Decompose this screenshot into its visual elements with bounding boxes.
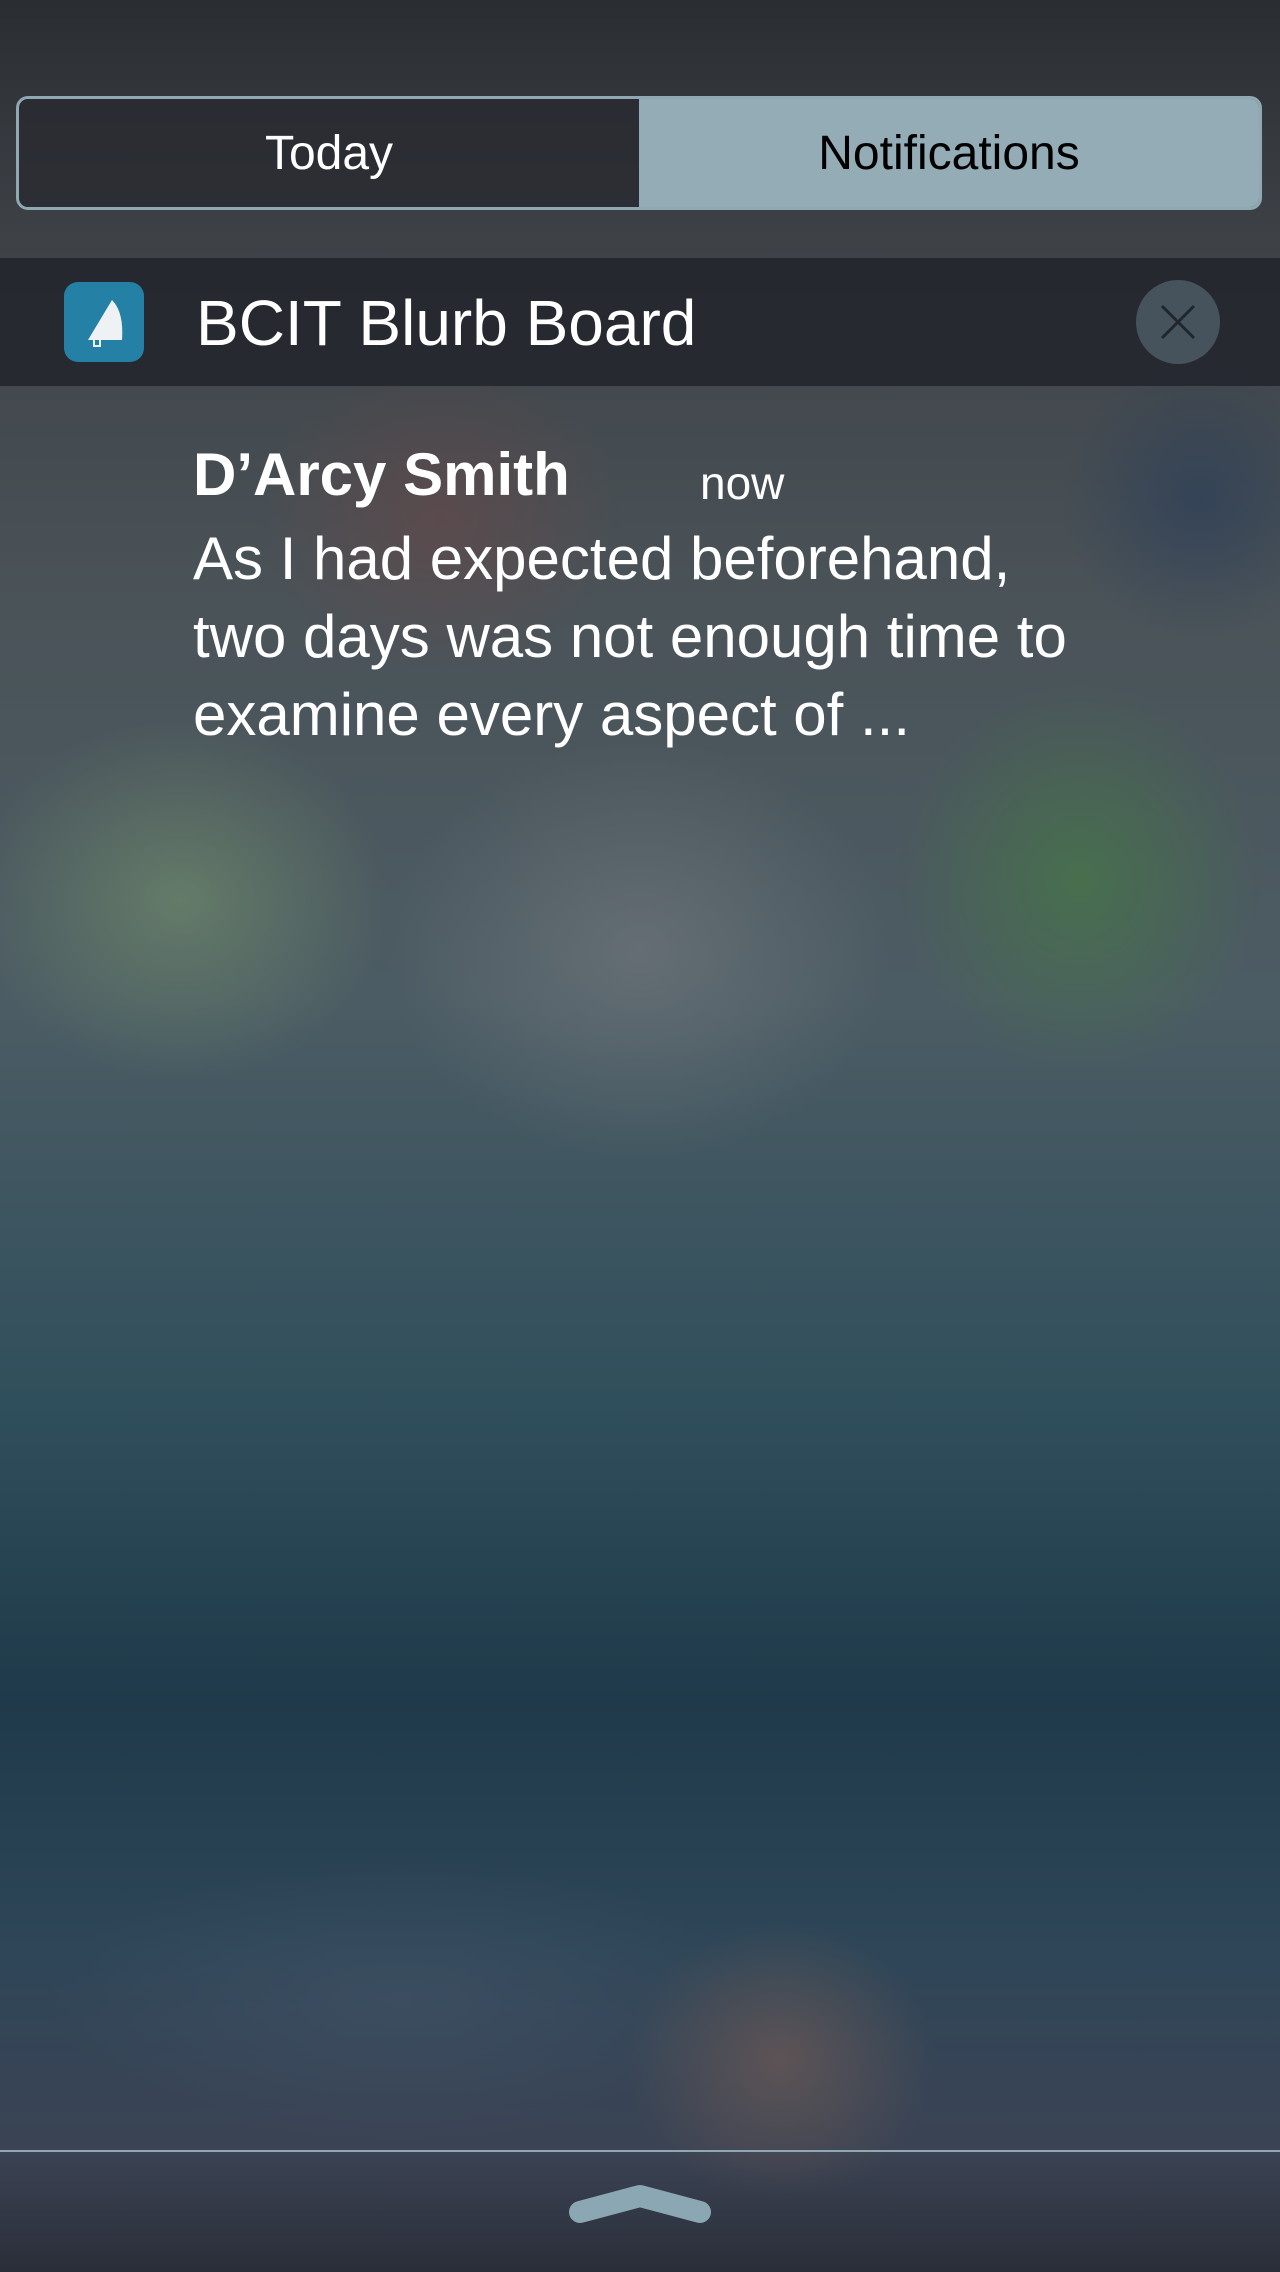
body-line: two days was not enough time to: [193, 603, 1067, 670]
app-name: BCIT Blurb Board: [196, 287, 697, 359]
close-icon: [1160, 304, 1196, 340]
tab-notifications[interactable]: Notifications: [639, 99, 1259, 207]
grabber-handle[interactable]: [566, 2178, 714, 2231]
notification-sender: D’Arcy Smith: [193, 441, 570, 508]
body-line: As I had expected beforehand,: [193, 525, 1011, 592]
clear-notifications-button[interactable]: [1136, 280, 1220, 364]
notification-group-header: BCIT Blurb Board: [0, 258, 1280, 386]
notification-body: As I had expected beforehand, two days w…: [193, 520, 1233, 754]
divider: [0, 2150, 1280, 2152]
tab-today[interactable]: Today: [19, 99, 639, 207]
body-line: examine every aspect of ...: [193, 681, 911, 748]
segmented-control: Today Notifications: [16, 96, 1262, 210]
notification-time: now: [700, 457, 785, 509]
chevron-up-icon: [569, 2185, 711, 2223]
megaphone-icon: [64, 282, 144, 362]
